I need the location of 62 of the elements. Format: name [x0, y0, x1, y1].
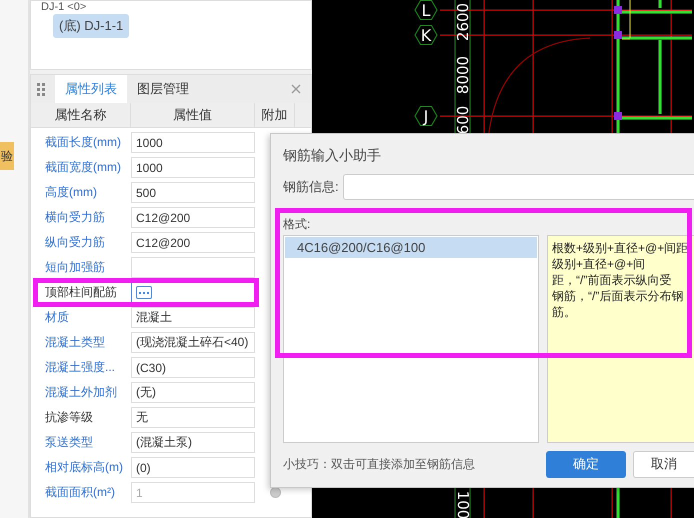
dialog-title: 钢筋输入小助手 — [283, 146, 382, 165]
description-text: 级别+直径+@+间 — [552, 256, 646, 272]
column-header[interactable]: 属性值 — [131, 103, 255, 127]
property-name: 材质 — [44, 309, 70, 326]
more-icon — [138, 290, 150, 294]
column-marker — [614, 31, 622, 39]
property-value-field[interactable]: (现浇混凝土碎石<40) — [131, 332, 255, 353]
axis-bubble: K — [414, 25, 438, 45]
property-name: 纵向受力筋 — [44, 234, 106, 251]
column-marker — [614, 112, 622, 120]
property-value-field[interactable]: 1000 — [131, 132, 255, 153]
property-value-field[interactable]: 1000 — [131, 157, 255, 178]
tab[interactable]: 属性列表 — [55, 75, 127, 103]
property-value-field[interactable]: 混凝土 — [131, 307, 255, 328]
tree-node[interactable]: DJ-1 <0> — [41, 1, 311, 13]
property-name: 横向受力筋 — [44, 209, 106, 226]
cancel-button[interactable]: 取消 — [633, 450, 694, 478]
description-text: 钢筋，“/”后面表示分布钢 — [552, 288, 684, 304]
property-name: 混凝土强度... — [44, 359, 116, 376]
property-value-field[interactable]: C12@200 — [131, 232, 255, 253]
dimension-text: 600 — [454, 106, 472, 134]
property-name: 截面面积(m²) — [44, 484, 116, 501]
list-item[interactable]: 4C16@200/C16@100 — [285, 237, 537, 258]
format-label: 格式: — [283, 217, 312, 231]
description-text: 筋。 — [552, 304, 577, 320]
tip-text: 小技巧：双击可直接添加至钢筋信息 — [283, 456, 476, 472]
property-value-field[interactable]: (0) — [131, 457, 255, 478]
property-value-field[interactable]: C12@200 — [131, 207, 255, 228]
dimension-text: 8000 — [454, 56, 472, 94]
property-name: 泵送类型 — [44, 434, 94, 451]
property-value-field[interactable]: (无) — [131, 382, 255, 403]
axis-bubble: L — [414, 0, 438, 20]
property-value-field[interactable]: (C30) — [131, 357, 255, 378]
field-label: 钢筋信息: — [283, 178, 339, 196]
tab[interactable]: 图层管理 — [127, 75, 199, 103]
property-value-field[interactable]: (混凝土泵) — [131, 432, 255, 453]
side-tag[interactable]: 验 — [0, 142, 14, 170]
property-value-field[interactable]: 无 — [131, 407, 255, 428]
property-name: 抗渗等级 — [44, 409, 94, 426]
property-name: 截面长度(mm) — [44, 134, 122, 151]
confirm-button[interactable]: 确定 — [546, 450, 626, 478]
property-name: 混凝土外加剂 — [44, 384, 118, 401]
dimension-text: 2600 — [454, 2, 472, 42]
property-name: 截面宽度(mm) — [44, 159, 122, 176]
axis-bubble: J — [414, 106, 438, 126]
property-value-field[interactable]: 500 — [131, 182, 255, 203]
input-field[interactable] — [342, 174, 694, 200]
property-name: 相对底标高(m) — [44, 459, 124, 476]
property-name: 混凝土类型 — [44, 334, 106, 351]
property-name: 顶部柱间配筋 — [44, 284, 118, 301]
format-list[interactable]: 4C16@200/C16@100 — [283, 235, 539, 443]
close-icon[interactable] — [291, 84, 301, 94]
column-header[interactable]: 附加 — [255, 103, 295, 127]
tree-node[interactable]: (底) DJ-1-1 — [53, 14, 130, 38]
dimension-text: 100 — [454, 490, 472, 518]
description-text: 距，“/”前面表示纵向受 — [552, 272, 672, 288]
property-name: 短向加强筋 — [44, 259, 106, 276]
column-marker — [614, 6, 622, 14]
property-name: 高度(mm) — [44, 184, 98, 201]
column-header[interactable]: 属性名称 — [31, 103, 131, 127]
ellipsis-button[interactable] — [136, 286, 152, 299]
description-text: 根数+级别+直径+@+间距 — [552, 240, 690, 256]
